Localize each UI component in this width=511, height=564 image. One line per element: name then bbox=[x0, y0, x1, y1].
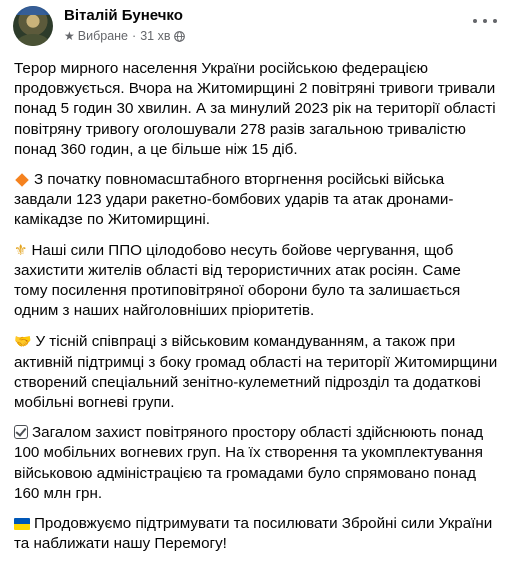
globe-icon bbox=[174, 31, 186, 42]
favorites-label[interactable]: Вибране bbox=[78, 29, 128, 44]
post-header: Віталій Бунечко ★ Вибране · 31 хв bbox=[13, 6, 186, 46]
handshake-icon: 🤝 bbox=[14, 333, 32, 350]
author-name[interactable]: Віталій Бунечко bbox=[64, 7, 185, 25]
fleur-de-lis-icon: ⚜ bbox=[14, 241, 28, 259]
check-box-icon bbox=[14, 425, 28, 440]
post-paragraph: 🤝 У тісній співпраці з військовим команду… bbox=[14, 333, 498, 412]
post-meta: Віталій Бунечко ★ Вибране · 31 хв bbox=[64, 6, 186, 44]
avatar[interactable] bbox=[13, 6, 53, 46]
post-paragraph: ⚜ Наші сили ППО цілодобово несуть бойове … bbox=[14, 241, 461, 320]
post-subline: ★ Вибране · 31 хв bbox=[64, 29, 186, 44]
orange-diamond-icon bbox=[15, 173, 29, 187]
post-paragraph: Загалом захист повітряного простору обла… bbox=[14, 424, 484, 502]
post-time[interactable]: 31 хв bbox=[140, 29, 170, 44]
post-paragraph: Продовжуємо підтримувати та посилювати З… bbox=[14, 515, 493, 553]
facebook-post: Віталій Бунечко ★ Вибране · 31 хв Терор … bbox=[0, 0, 511, 560]
more-options-button[interactable] bbox=[473, 14, 497, 28]
ukraine-flag-icon bbox=[14, 518, 30, 531]
post-paragraph: Терор мирного населення України російськ… bbox=[14, 60, 496, 158]
post-paragraph: З початку повномасштабного вторгнення ро… bbox=[14, 171, 454, 229]
post-body: Терор мирного населення України російськ… bbox=[14, 59, 498, 564]
separator-dot: · bbox=[132, 29, 137, 43]
star-icon: ★ bbox=[64, 29, 75, 43]
